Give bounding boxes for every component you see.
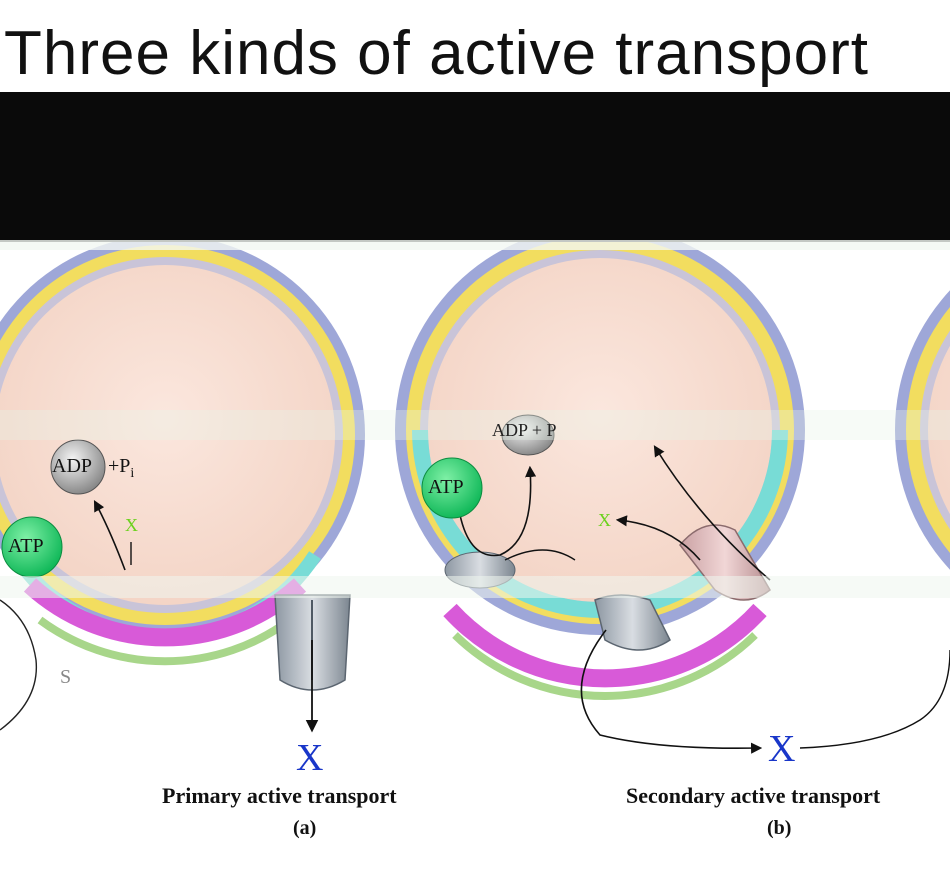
x-inside-text-b: X [598, 510, 611, 530]
letter-text-b: (b) [767, 817, 792, 839]
scan-glitch-2 [0, 576, 950, 598]
s-text-a: S [60, 666, 72, 688]
letter-b: (b) [767, 817, 791, 840]
curve-right-b [799, 649, 950, 749]
adp-label-b: ADP + P [492, 420, 557, 441]
x-outside-label-b: X [768, 729, 795, 769]
s-label-a: S [60, 666, 71, 689]
atp-label-b: ATP [428, 476, 464, 499]
pi-text-a: +P [108, 455, 131, 477]
letter-a: (a) [293, 817, 316, 840]
x-inside-text-a: X [125, 515, 138, 535]
atp-text-b: ATP [428, 476, 464, 498]
adp-text-a: ADP [52, 455, 93, 477]
x-outside-text-a: X [296, 737, 324, 779]
x-inside-label-a: X [125, 515, 138, 536]
atp-text-a: ATP [8, 535, 44, 557]
scan-glitch-3 [0, 240, 950, 250]
letter-text-a: (a) [293, 817, 317, 839]
scan-glitch-1 [0, 410, 950, 440]
pi-subscript-a: i [130, 466, 135, 481]
transport-diagram [0, 240, 950, 754]
adp-text-b: ADP + P [492, 420, 557, 440]
x-outside-label-a: X [296, 738, 323, 778]
caption-b: Secondary active transport [626, 783, 950, 809]
atp-label-a: ATP [8, 535, 44, 558]
adp-label-a: ADP [52, 455, 92, 478]
x-inside-label-b: X [598, 510, 611, 531]
pi-label-a: +Pi [108, 455, 134, 482]
x-outside-text-b: X [768, 728, 796, 770]
caption-a: Primary active transport [162, 783, 462, 809]
caption-text-a: Primary active transport [162, 783, 397, 808]
caption-text-b: Secondary active transport [626, 783, 881, 808]
curve-s-a [0, 599, 38, 731]
